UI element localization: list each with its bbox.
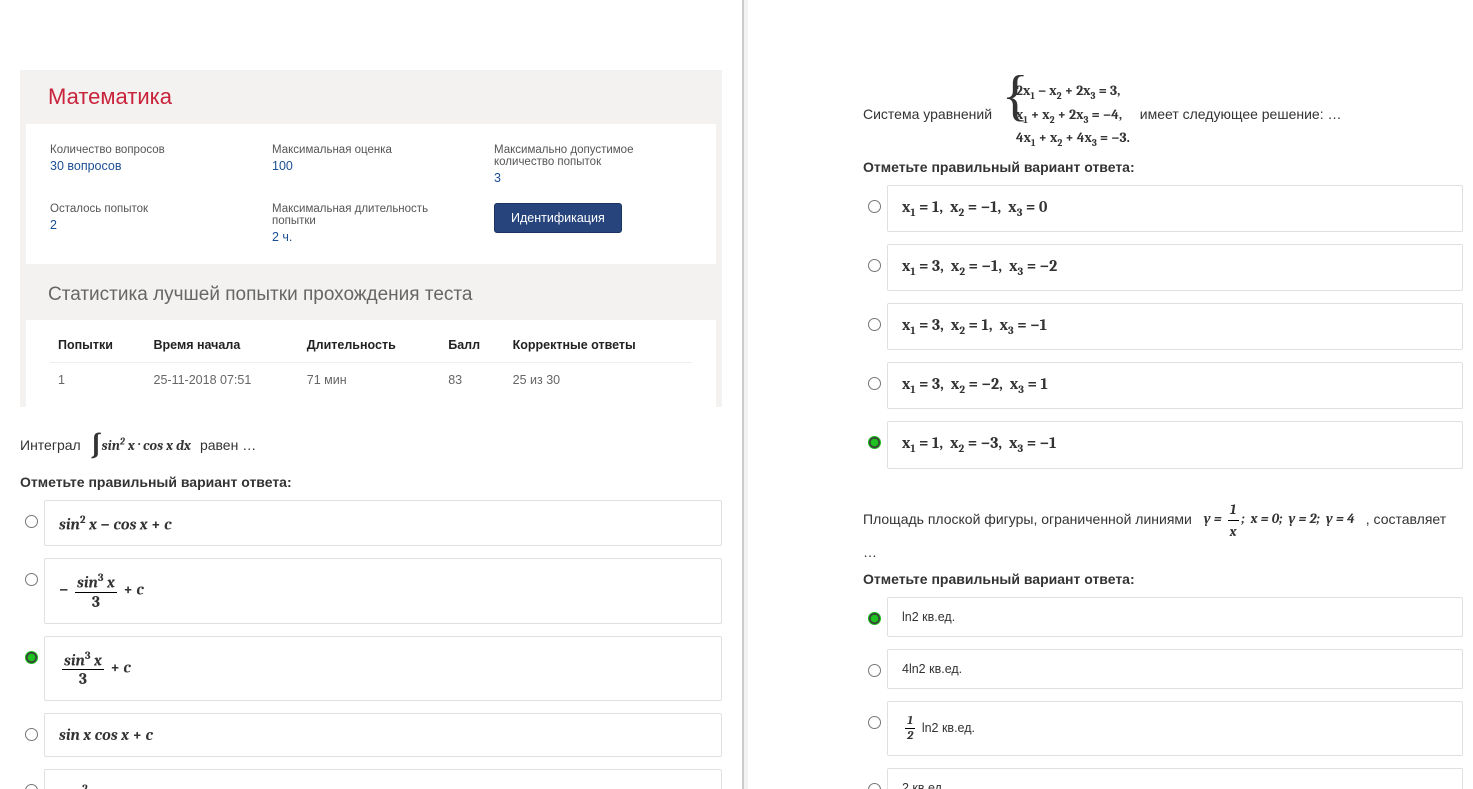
answer-option[interactable]: sin2 x − cos x + c — [44, 500, 722, 546]
page-root: Математика Количество вопросов 30 вопрос… — [0, 0, 1473, 789]
answer-row: sin x cos x + c — [20, 713, 722, 757]
q1-prompt: Интеграл ∫sin2 x · cos x dx равен … — [20, 427, 722, 466]
test-card: Математика Количество вопросов 30 вопрос… — [20, 70, 722, 407]
q1-suffix: равен … — [200, 437, 256, 453]
card-body: Количество вопросов 30 вопросов Максимал… — [26, 124, 716, 264]
answer-radio[interactable] — [25, 573, 38, 586]
info-value: 2 — [50, 218, 248, 232]
answer-row: x1 = 1, x2 = −3, x3 = −1 — [863, 421, 1463, 468]
answer-radio[interactable] — [25, 728, 38, 741]
q3-instr: Отметьте правильный вариант ответа: — [863, 571, 1463, 587]
answer-option[interactable]: x1 = 3, x2 = −2, x3 = 1 — [887, 362, 1463, 409]
info-cell: Максимальная длительность попытки 2 ч. — [272, 203, 470, 244]
info-cell: Количество вопросов 30 вопросов — [50, 144, 248, 185]
stats-td: 71 мин — [299, 363, 440, 398]
answer-row: 12 ln2 кв.ед. — [863, 701, 1463, 756]
answer-option[interactable]: ln2 кв.ед. — [887, 597, 1463, 637]
table-row: 1 25-11-2018 07:51 71 мин 83 25 из 30 — [50, 363, 692, 398]
q3-math: y = 1x; x = 0; y = 2; y = 4 — [1204, 510, 1358, 527]
answer-tail: ln2 кв.ед. — [922, 720, 975, 734]
stats-td: 25-11-2018 07:51 — [146, 363, 299, 398]
answer-option[interactable]: 2 кв.ед. — [887, 768, 1463, 789]
answer-option[interactable]: 12 ln2 кв.ед. — [887, 701, 1463, 756]
answer-row: sin3 x3 + c — [20, 636, 722, 701]
eq-line: 4x1 + x2 + 4x3 = −3. — [1016, 129, 1130, 146]
stats-th: Корректные ответы — [505, 328, 692, 363]
answer-radio[interactable] — [868, 318, 881, 331]
info-cell: Осталось попыток 2 — [50, 203, 248, 244]
answer-option[interactable]: 4ln2 кв.ед. — [887, 649, 1463, 689]
stats-td: 83 — [440, 363, 504, 398]
q1-instr: Отметьте правильный вариант ответа: — [20, 474, 722, 490]
stats-td: 1 — [50, 363, 146, 398]
answer-row: x1 = 3, x2 = −2, x3 = 1 — [863, 362, 1463, 409]
answer-row: − sin3 x3 + c — [20, 558, 722, 623]
answer-row: sin2 x − cos x + c — [20, 500, 722, 546]
info-grid: Количество вопросов 30 вопросов Максимал… — [50, 144, 692, 244]
info-label: Максимальная оценка — [272, 144, 470, 156]
answer-option[interactable]: sin x cos x + c — [44, 713, 722, 757]
info-value: 100 — [272, 159, 470, 173]
info-label: Максимальная длительность попытки — [272, 203, 470, 227]
q2-prompt: Система уравнений 2x1 − x2 + 2x3 = 3, x1… — [863, 80, 1463, 151]
info-label: Максимально допустимое количество попыто… — [494, 144, 692, 168]
stats-th: Длительность — [299, 328, 440, 363]
answer-row: x1 = 3, x2 = −1, x3 = −2 — [863, 244, 1463, 291]
eq-line: x1 + x2 + 2x3 = −4, — [1016, 106, 1122, 123]
q2-instr: Отметьте правильный вариант ответа: — [863, 159, 1463, 175]
answer-radio[interactable] — [868, 377, 881, 390]
answer-option[interactable]: x1 = 3, x2 = 1, x3 = −1 — [887, 303, 1463, 350]
answer-radio[interactable] — [868, 200, 881, 213]
answer-option[interactable]: cos2 x + c — [44, 769, 722, 789]
stats-td: 25 из 30 — [505, 363, 692, 398]
answer-row: 2 кв.ед. — [863, 768, 1463, 789]
q1-integral: ∫sin2 x · cos x dx — [91, 437, 194, 454]
stats-table: Попытки Время начала Длительность Балл К… — [50, 328, 692, 397]
info-cell: Максимально допустимое количество попыто… — [494, 144, 692, 185]
answer-radio[interactable] — [868, 664, 881, 677]
info-value: 30 вопросов — [50, 159, 248, 173]
info-cell: Максимальная оценка 100 — [272, 144, 470, 185]
q2-prefix: Система уравнений — [863, 106, 992, 122]
info-label: Количество вопросов — [50, 144, 248, 156]
q3-prefix: Площадь плоской фигуры, ограниченной лин… — [863, 510, 1192, 526]
q3-prompt: Площадь плоской фигуры, ограниченной лин… — [863, 499, 1463, 563]
answer-row: 4ln2 кв.ед. — [863, 649, 1463, 689]
stats-th: Попытки — [50, 328, 146, 363]
answer-option[interactable]: x1 = 3, x2 = −1, x3 = −2 — [887, 244, 1463, 291]
stats-th: Время начала — [146, 328, 299, 363]
identify-cell: Идентификация — [494, 203, 692, 244]
stats-body: Попытки Время начала Длительность Балл К… — [26, 320, 716, 407]
info-value: 2 ч. — [272, 230, 470, 244]
info-value: 3 — [494, 171, 692, 185]
card-title: Математика — [20, 70, 722, 124]
answer-row: cos2 x + c — [20, 769, 722, 789]
answer-row: ln2 кв.ед. — [863, 597, 1463, 637]
answer-radio[interactable] — [25, 515, 38, 528]
answer-radio[interactable] — [25, 651, 38, 664]
info-label: Осталось попыток — [50, 203, 248, 215]
answer-radio[interactable] — [868, 436, 881, 449]
eq-line: 2x1 − x2 + 2x3 = 3, — [1016, 82, 1120, 99]
answer-option[interactable]: − sin3 x3 + c — [44, 558, 722, 623]
answer-option[interactable]: x1 = 1, x2 = −1, x3 = 0 — [887, 185, 1463, 232]
identify-button[interactable]: Идентификация — [494, 203, 622, 233]
answer-radio[interactable] — [868, 612, 881, 625]
answer-row: x1 = 1, x2 = −1, x3 = 0 — [863, 185, 1463, 232]
stats-th: Балл — [440, 328, 504, 363]
q2-system: 2x1 − x2 + 2x3 = 3, x1 + x2 + 2x3 = −4, … — [1002, 80, 1130, 151]
answer-row: x1 = 3, x2 = 1, x3 = −1 — [863, 303, 1463, 350]
left-panel: Математика Количество вопросов 30 вопрос… — [0, 0, 742, 789]
answer-radio[interactable] — [868, 716, 881, 729]
answer-radio[interactable] — [868, 783, 881, 789]
q2-suffix: имеет следующее решение: … — [1140, 106, 1342, 122]
answer-option[interactable]: x1 = 1, x2 = −3, x3 = −1 — [887, 421, 1463, 468]
answer-radio[interactable] — [25, 784, 38, 789]
stats-header: Статистика лучшей попытки прохождения те… — [20, 270, 722, 320]
answer-radio[interactable] — [868, 259, 881, 272]
right-panel: Система уравнений 2x1 − x2 + 2x3 = 3, x1… — [748, 0, 1473, 789]
q1-prefix: Интеграл — [20, 437, 81, 453]
answer-option[interactable]: sin3 x3 + c — [44, 636, 722, 701]
